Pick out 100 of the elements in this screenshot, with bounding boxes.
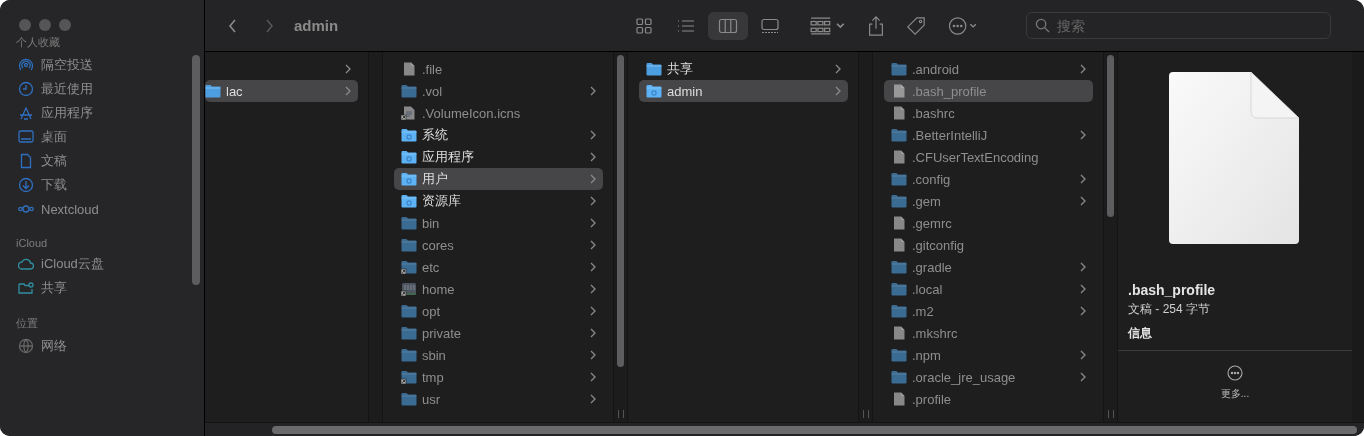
file-name: .bash_profile xyxy=(1128,282,1217,298)
section-heading: 信息 xyxy=(1128,325,1153,342)
chevron-icon xyxy=(590,86,596,96)
minimize-button[interactable] xyxy=(39,19,51,31)
folder-icon xyxy=(891,370,907,384)
download-icon xyxy=(18,177,34,193)
scroll-thumb[interactable] xyxy=(192,55,200,285)
chevron-icon xyxy=(590,350,596,360)
file-row[interactable]: lac xyxy=(205,80,358,102)
share-icon[interactable] xyxy=(866,15,886,36)
folder-icon xyxy=(401,194,417,208)
back-button[interactable] xyxy=(227,17,239,34)
column-resize-handle[interactable] xyxy=(618,410,624,418)
chevron-icon xyxy=(1080,350,1086,360)
file-row[interactable]: admin xyxy=(639,80,848,102)
file-row[interactable]: .oracle_jre_usage xyxy=(884,366,1093,388)
airdrop-icon xyxy=(18,57,34,73)
search-icon xyxy=(1035,18,1050,33)
chevron-icon xyxy=(1080,372,1086,382)
file-row[interactable]: .file xyxy=(394,58,603,80)
folder-icon xyxy=(401,260,417,274)
file-row[interactable]: 应用程序 xyxy=(394,146,603,168)
chevron-icon xyxy=(590,306,596,316)
chevron-icon xyxy=(1080,262,1086,272)
desktop-icon xyxy=(18,129,34,145)
file-row[interactable]: opt xyxy=(394,300,603,322)
file-row[interactable]: .profile xyxy=(884,388,1093,410)
chevron-icon xyxy=(590,152,596,162)
section-heading: iCloud xyxy=(15,236,49,251)
file-icon xyxy=(891,392,907,406)
shared-folder-icon xyxy=(18,280,34,296)
file-row[interactable]: .npm xyxy=(884,344,1093,366)
chevron-icon xyxy=(345,64,351,74)
document-icon xyxy=(1169,72,1299,244)
folder-icon xyxy=(891,62,907,76)
chevron-icon xyxy=(835,86,841,96)
group-button[interactable] xyxy=(810,15,846,36)
file-info: 文稿 - 254 字节 xyxy=(1128,301,1212,318)
file-row[interactable]: .VolumeIcon.icns xyxy=(394,102,603,124)
file-row[interactable]: .gem xyxy=(884,190,1093,212)
close-button[interactable] xyxy=(19,19,31,31)
chevron-icon xyxy=(590,262,596,272)
cloud-icon xyxy=(18,256,34,272)
file-icon xyxy=(891,326,907,340)
file-row[interactable]: private xyxy=(394,322,603,344)
file-row[interactable]: .local xyxy=(884,278,1093,300)
file-row[interactable]: .BetterIntelliJ xyxy=(884,124,1093,146)
forward-button[interactable] xyxy=(263,17,275,34)
chevron-icon xyxy=(1080,284,1086,294)
file-row[interactable]: .m2 xyxy=(884,300,1093,322)
file-row[interactable]: .bash_profile xyxy=(884,80,1093,102)
file-row[interactable]: .mkshrc xyxy=(884,322,1093,344)
file-row[interactable]: usr xyxy=(394,388,603,410)
chevron-icon xyxy=(590,328,596,338)
chevron-icon xyxy=(590,240,596,250)
file-row[interactable]: 共享 xyxy=(639,58,848,80)
chevron-icon xyxy=(1080,64,1086,74)
column-view-button[interactable] xyxy=(708,11,748,40)
file-row[interactable]: etc xyxy=(394,256,603,278)
scroll-thumb[interactable] xyxy=(1107,55,1114,217)
file-row[interactable]: .android xyxy=(884,58,1093,80)
search-field[interactable]: 搜索 xyxy=(1026,12,1331,39)
file-row[interactable]: 资源库 xyxy=(394,190,603,212)
column-resize-handle[interactable] xyxy=(1108,410,1114,418)
chevron-icon xyxy=(1080,306,1086,316)
chevron-icon xyxy=(1080,174,1086,184)
folder-icon xyxy=(401,392,417,406)
file-row[interactable]: cores xyxy=(394,234,603,256)
file-row[interactable]: home xyxy=(394,278,603,300)
file-row[interactable]: .bashrc xyxy=(884,102,1093,124)
zoom-button[interactable] xyxy=(59,19,71,31)
file-icon xyxy=(401,62,417,76)
file-row[interactable]: .vol xyxy=(394,80,603,102)
sidebar-item[interactable]: 网络 xyxy=(0,332,204,360)
scroll-thumb[interactable] xyxy=(617,55,624,367)
file-icon xyxy=(891,238,907,252)
file-row[interactable]: .config xyxy=(884,168,1093,190)
column-resize-handle[interactable] xyxy=(863,410,869,418)
file-row[interactable]: tmp xyxy=(394,366,603,388)
folder-icon xyxy=(401,84,417,98)
file-row[interactable]: sbin xyxy=(394,344,603,366)
file-row[interactable]: .gradle xyxy=(884,256,1093,278)
folder-icon xyxy=(401,238,417,252)
chevron-icon xyxy=(1080,130,1086,140)
file-row[interactable]: .gitconfig xyxy=(884,234,1093,256)
file-row[interactable]: .CFUserTextEncoding xyxy=(884,146,1093,168)
file-icon xyxy=(891,106,907,120)
folder-icon xyxy=(401,326,417,340)
file-row[interactable]: .gemrc xyxy=(884,212,1093,234)
section-heading: 位置 xyxy=(15,316,39,331)
file-row[interactable]: 用户 xyxy=(394,168,603,190)
file-row[interactable]: 系统 xyxy=(394,124,603,146)
more-button[interactable]: 更多... xyxy=(1220,365,1250,401)
chevron-icon xyxy=(835,64,841,74)
chevron-icon xyxy=(345,86,351,96)
folder-icon xyxy=(205,84,221,98)
file-row[interactable]: bin xyxy=(394,212,603,234)
scroll-thumb[interactable] xyxy=(272,425,1357,434)
tag-icon[interactable] xyxy=(906,15,926,36)
drive-icon xyxy=(401,282,417,296)
